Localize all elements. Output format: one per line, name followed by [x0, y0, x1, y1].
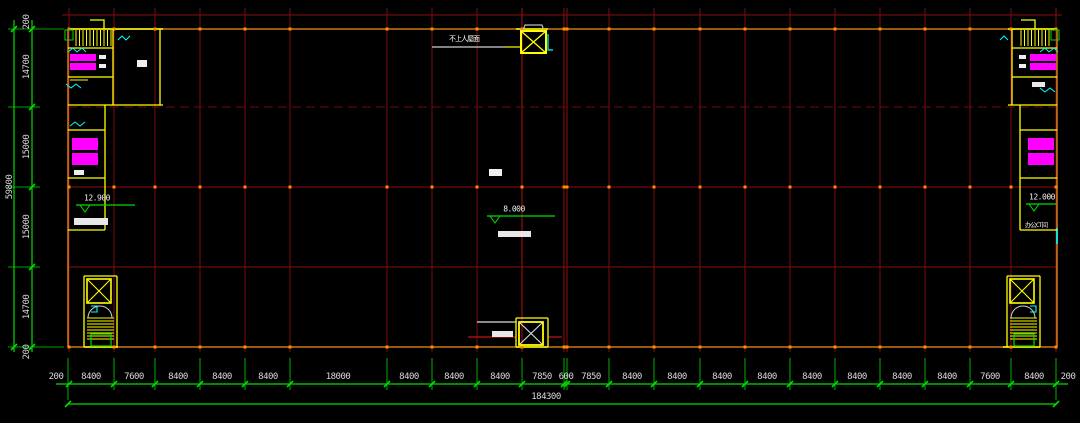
toilet-fixture	[1030, 63, 1056, 70]
elevation-triangle-icon	[80, 205, 90, 212]
cad-floor-plan: 200 8400 7600 8400 8400 8400 18000 8400 …	[0, 0, 1080, 423]
dim-label: 600	[559, 372, 574, 382]
elevation-label-left: 12.900	[84, 194, 110, 203]
dim-label: 8400	[258, 372, 278, 382]
grid-column-lines	[69, 8, 1056, 352]
dim-label: 15000	[22, 135, 32, 160]
stair-treads-icon	[1021, 30, 1049, 46]
toilet-fixture	[1030, 54, 1056, 61]
elevator-x-icon	[1010, 279, 1034, 303]
elevator-x-icon	[521, 31, 546, 53]
dim-label: 200	[22, 15, 32, 30]
elevation-label-right: 12.000	[1029, 193, 1055, 202]
dim-label: 200	[49, 372, 64, 382]
annex-top-left	[68, 105, 108, 230]
dim-label: 7600	[124, 372, 144, 382]
annex-top-right	[1020, 82, 1057, 230]
toilet-fixture	[1028, 153, 1054, 165]
dim-label: 8400	[622, 372, 642, 382]
ramp-bar	[498, 231, 531, 237]
elevation-triangle-icon	[490, 216, 500, 223]
stair-core-top-right	[1000, 20, 1059, 105]
bracket-accent	[548, 34, 553, 50]
dim-label: 15000	[22, 215, 32, 240]
dim-label: 8400	[937, 372, 957, 382]
dim-label: 8400	[802, 372, 822, 382]
stair-core-bottom-right	[1007, 276, 1040, 347]
dim-label: 8400	[757, 372, 777, 382]
dim-label: 8400	[168, 372, 188, 382]
toilet-fixture	[70, 63, 96, 70]
dim-total-label: 184300	[531, 392, 561, 402]
ramp-bar	[492, 331, 513, 337]
dim-label: 8400	[892, 372, 912, 382]
dim-label: 7850	[581, 372, 601, 382]
dim-label: 18000	[326, 372, 351, 382]
toilet-fixture	[72, 138, 98, 150]
dim-label: 8400	[1024, 372, 1044, 382]
dim-label: 8400	[667, 372, 687, 382]
dim-label: 200	[22, 345, 32, 360]
dim-total-label: 59800	[5, 175, 15, 200]
dim-label: 8400	[490, 372, 510, 382]
elevation-triangle-icon	[1029, 204, 1039, 211]
dim-label: 8400	[81, 372, 101, 382]
elevator-x-icon	[87, 279, 111, 303]
dim-label: 8400	[847, 372, 867, 382]
dim-label: 14700	[22, 295, 32, 320]
right-note: 办公CT间	[1025, 219, 1047, 229]
dim-label: 8400	[444, 372, 464, 382]
dim-label: 8400	[712, 372, 732, 382]
toilet-fixture	[1028, 138, 1054, 150]
grid-row-lines	[62, 15, 1062, 267]
drawing-canvas	[0, 0, 1080, 423]
right-elevation-marker	[1026, 204, 1056, 211]
ramp-bar	[1032, 82, 1045, 87]
center-elevation-marker	[487, 169, 555, 237]
dim-label: 7850	[532, 372, 552, 382]
dim-label: 14700	[22, 55, 32, 80]
plumbing-accent	[70, 122, 85, 126]
toilet-fixture	[70, 54, 96, 61]
elevator-bottom-center	[468, 318, 562, 347]
dim-label: 8400	[212, 372, 232, 382]
dim-label: 8400	[399, 372, 419, 382]
dim-label: 7600	[980, 372, 1000, 382]
ramp-bar	[74, 218, 108, 225]
roof-note: 不上人屋面	[449, 34, 479, 44]
elevator-x-icon	[519, 322, 543, 345]
stair-treads-icon	[76, 30, 111, 46]
toilet-fixture	[72, 153, 98, 165]
elevation-label-center: 8.000	[503, 205, 525, 214]
stair-core-bottom-left	[84, 276, 117, 347]
dim-label: 200	[1061, 372, 1076, 382]
